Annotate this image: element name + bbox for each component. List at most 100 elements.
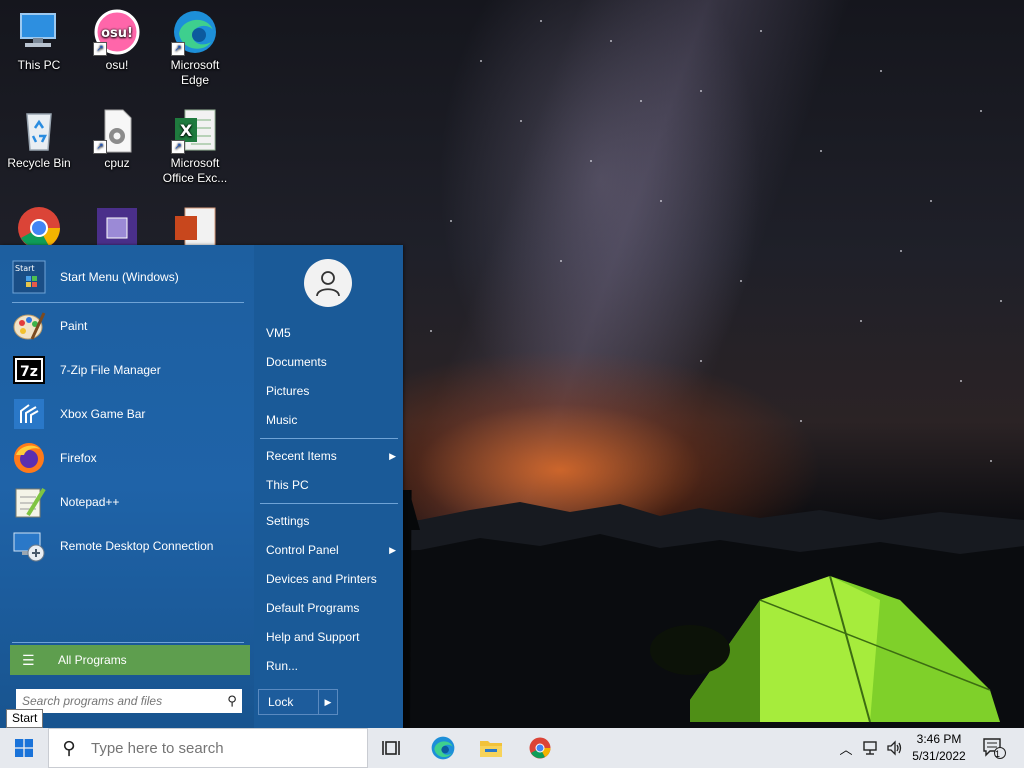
desktop-icon-label: Microsoft Office Exc... (162, 156, 228, 185)
places-item-devices-and-printers[interactable]: Devices and Printers (266, 568, 396, 590)
paint-icon (12, 309, 46, 343)
divider (260, 503, 398, 504)
desktop-icon-label: Recycle Bin (7, 156, 71, 170)
edge-icon: ↗ (171, 8, 219, 56)
places-item-documents[interactable]: Documents (266, 351, 396, 373)
divider (12, 302, 244, 303)
pinned-item-label: Paint (60, 319, 88, 333)
places-item-run[interactable]: Run... (266, 655, 396, 677)
places-item-recent-items[interactable]: Recent Items ▶ (266, 445, 396, 467)
this-pc-icon (15, 8, 63, 56)
places-item-this-pc[interactable]: This PC (266, 474, 396, 496)
shortcut-arrow-icon: ↗ (171, 42, 185, 56)
divider (260, 438, 398, 439)
divider (12, 642, 244, 643)
pinned-item-label: Remote Desktop Connection (60, 539, 214, 553)
desktop-icon-this-pc[interactable]: This PC (0, 8, 78, 73)
start-menu-search-box[interactable]: ⚲ (16, 689, 242, 713)
desktop-icon-osu[interactable]: osu! ↗ osu! (78, 8, 156, 73)
desktop-icon-label: This PC (17, 58, 61, 72)
taskbar-search-input[interactable] (89, 738, 367, 758)
start-menu-programs-pane: Start Start Menu (Windows) Paint 7z 7-Zi… (0, 245, 254, 728)
pinned-item-label: Notepad++ (60, 495, 120, 509)
windows-logo-icon (15, 739, 33, 757)
file-explorer-icon (480, 741, 502, 757)
task-view-icon (382, 741, 400, 755)
task-view-button[interactable] (368, 728, 416, 768)
start-button[interactable] (0, 728, 48, 768)
shortcut-arrow-icon: ↗ (171, 140, 185, 154)
all-programs-button[interactable]: ☰ All Programs (10, 645, 250, 675)
7zip-icon: 7z (12, 353, 46, 387)
pinned-item-7zip[interactable]: 7z 7-Zip File Manager (12, 350, 244, 390)
user-avatar[interactable] (304, 259, 352, 307)
clock-date: 5/31/2022 (912, 749, 966, 763)
desktop-icon-label: osu! (105, 58, 129, 72)
desktop-icon-microsoft-edge[interactable]: ↗ Microsoft Edge (156, 8, 234, 88)
user-icon (316, 271, 340, 297)
cpuz-file-icon: ↗ (93, 106, 141, 154)
edge-icon (431, 736, 455, 760)
pinned-item-notepadpp[interactable]: Notepad++ (12, 482, 244, 522)
lock-button[interactable]: Lock ▶ (258, 689, 338, 715)
submenu-arrow-icon: ▶ (389, 451, 396, 461)
firefox-icon (12, 441, 46, 475)
places-item-help-and-support[interactable]: Help and Support (266, 626, 396, 648)
taskbar-edge-button[interactable] (419, 728, 467, 768)
volume-button[interactable] (884, 728, 906, 768)
svg-text:7z: 7z (20, 364, 38, 380)
start-menu-header-label: Start Menu (Windows) (60, 270, 179, 284)
pinned-item-firefox[interactable]: Firefox (12, 438, 244, 478)
places-item-default-programs[interactable]: Default Programs (266, 597, 396, 619)
osu-icon: osu! ↗ (93, 8, 141, 56)
svg-text:osu!: osu! (101, 26, 133, 41)
list-icon: ☰ (22, 651, 35, 668)
desktop-icon-recycle-bin[interactable]: Recycle Bin (0, 106, 78, 171)
desktop-icon-label: cpuz (104, 156, 130, 170)
submenu-arrow-icon: ▶ (389, 545, 396, 555)
desktop-icon-label: Microsoft Edge (170, 58, 220, 87)
search-icon[interactable]: ⚲ (222, 693, 242, 709)
desktop-icon-microsoft-excel[interactable]: X ↗ Microsoft Office Exc... (156, 106, 234, 186)
desktop-icon-cpuz[interactable]: ↗ cpuz (78, 106, 156, 171)
pinned-item-xbox-game-bar[interactable]: Xbox Game Bar (12, 394, 244, 434)
pinned-item-paint[interactable]: Paint (12, 306, 244, 346)
show-hidden-icons-button[interactable]: ︿ (836, 728, 856, 768)
notepadpp-icon (12, 485, 46, 519)
taskbar-chrome-button[interactable] (516, 728, 564, 768)
lock-options-arrow-icon[interactable]: ▶ (318, 690, 337, 714)
places-item-user[interactable]: VM5 (266, 322, 396, 344)
places-item-control-panel[interactable]: Control Panel ▶ (266, 539, 396, 561)
svg-text:X: X (180, 121, 193, 140)
svg-text:Start: Start (15, 264, 35, 273)
clock[interactable]: 3:46 PM 5/31/2022 (908, 731, 970, 765)
start-menu-search-input[interactable] (16, 690, 222, 712)
taskbar-search-box[interactable]: ⚲ (48, 728, 368, 768)
shortcut-arrow-icon: ↗ (93, 42, 107, 56)
speaker-icon (887, 740, 902, 756)
notification-count-badge: 1 (995, 749, 1001, 759)
taskbar: ⚲ ︿ (0, 728, 1024, 768)
clock-time: 3:46 PM (916, 732, 962, 746)
network-button[interactable] (860, 728, 882, 768)
chrome-icon (529, 737, 551, 759)
xbox-game-bar-icon (12, 397, 46, 431)
places-item-settings[interactable]: Settings (266, 510, 396, 532)
taskbar-file-explorer-button[interactable] (467, 728, 515, 768)
start-menu-header-item[interactable]: Start Start Menu (Windows) (12, 257, 244, 297)
search-icon: ⚲ (62, 737, 76, 758)
start-tooltip: Start (6, 709, 44, 728)
pinned-item-remote-desktop[interactable]: Remote Desktop Connection (12, 526, 244, 566)
places-item-pictures[interactable]: Pictures (266, 380, 396, 402)
places-item-music[interactable]: Music (266, 409, 396, 431)
remote-desktop-icon (12, 529, 46, 563)
start-menu-app-icon: Start (12, 260, 46, 294)
pinned-item-label: 7-Zip File Manager (60, 363, 161, 377)
network-icon (863, 741, 877, 755)
action-center-button[interactable]: 1 (980, 728, 1008, 768)
shortcut-arrow-icon: ↗ (93, 140, 107, 154)
excel-icon: X ↗ (171, 106, 219, 154)
chevron-up-icon: ︿ (839, 741, 853, 757)
pinned-item-label: Firefox (60, 451, 97, 465)
lock-label: Lock (268, 695, 294, 709)
